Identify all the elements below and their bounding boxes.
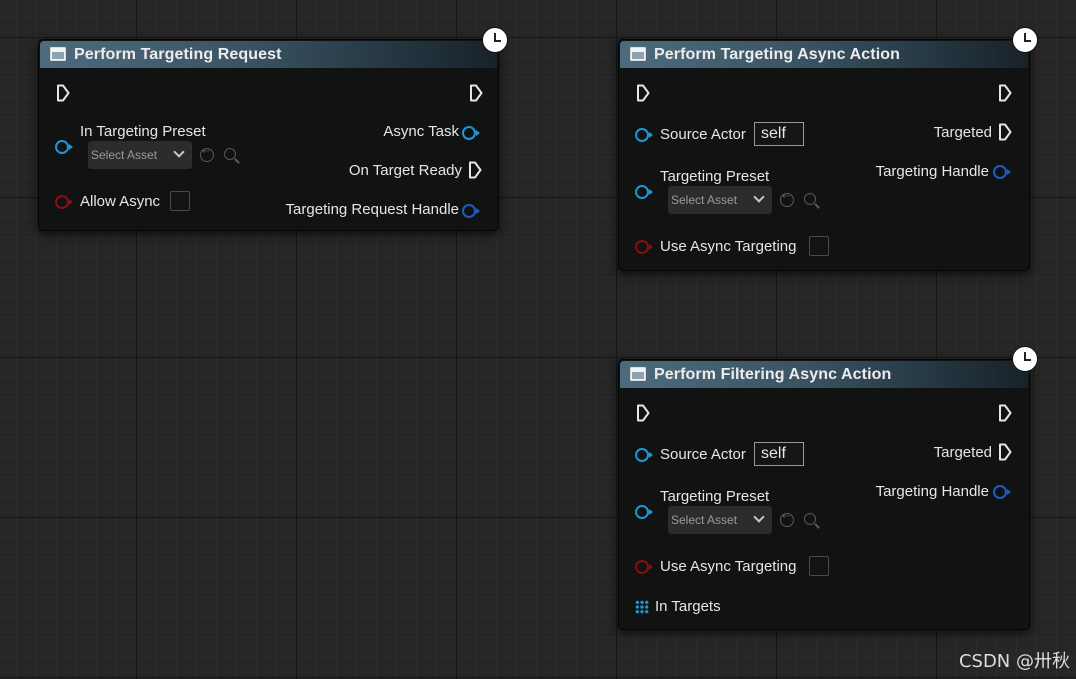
in-targeting-preset-pin[interactable]	[55, 140, 73, 154]
targeting-preset-pin[interactable]	[635, 185, 653, 199]
source-actor-input[interactable]: self	[754, 122, 804, 146]
use-async-targeting-checkbox[interactable]	[809, 556, 829, 576]
watermark: CSDN @卅秋	[958, 651, 1070, 672]
source-actor-label: Source Actor	[660, 446, 746, 463]
use-async-targeting-checkbox[interactable]	[809, 236, 829, 256]
array-pin-icon[interactable]	[635, 600, 649, 614]
chevron-down-icon	[173, 146, 185, 158]
node-header[interactable]: Perform Targeting Async Action	[620, 41, 1028, 68]
targeting-request-handle-pin[interactable]	[462, 204, 480, 218]
latent-clock-icon	[1012, 27, 1038, 53]
use-selected-asset-icon[interactable]	[780, 511, 794, 527]
source-actor-pin[interactable]	[635, 448, 653, 462]
targeting-preset-label: Targeting Preset	[660, 168, 770, 185]
use-async-targeting-label: Use Async Targeting	[660, 558, 797, 575]
function-icon	[630, 367, 646, 381]
allow-async-pin[interactable]	[55, 195, 73, 209]
use-async-targeting-pin[interactable]	[635, 240, 653, 254]
allow-async-checkbox[interactable]	[170, 191, 190, 211]
use-selected-asset-icon[interactable]	[200, 146, 214, 162]
use-selected-asset-icon[interactable]	[780, 191, 794, 207]
perform-targeting-async-action-node[interactable]: Perform Targeting Async Action Source Ac…	[618, 39, 1030, 271]
latent-clock-icon	[1012, 346, 1038, 372]
in-targeting-preset-label: In Targeting Preset	[80, 123, 206, 140]
targeting-preset-label: Targeting Preset	[660, 488, 770, 505]
function-icon	[50, 47, 66, 61]
select-asset-text: Select Asset	[91, 148, 158, 162]
exec-in-pin[interactable]	[636, 84, 650, 102]
browse-asset-icon[interactable]	[224, 148, 236, 160]
in-targets-label: In Targets	[655, 598, 721, 615]
targeted-exec-pin[interactable]	[998, 123, 1012, 141]
browse-asset-icon[interactable]	[804, 513, 816, 525]
on-target-ready-label: On Target Ready	[348, 162, 462, 179]
node-header[interactable]: Perform Filtering Async Action	[620, 361, 1028, 388]
targeting-preset-select[interactable]: Select Asset	[668, 506, 772, 534]
async-task-label: Async Task	[383, 123, 459, 140]
chevron-down-icon	[753, 511, 765, 523]
node-title: Perform Targeting Async Action	[654, 46, 900, 63]
exec-out-pin[interactable]	[469, 84, 483, 102]
function-icon	[630, 47, 646, 61]
targeting-handle-pin[interactable]	[993, 485, 1011, 499]
browse-asset-icon[interactable]	[804, 193, 816, 205]
exec-in-pin[interactable]	[636, 404, 650, 422]
use-async-targeting-pin[interactable]	[635, 560, 653, 574]
latent-clock-icon	[482, 27, 508, 53]
allow-async-label: Allow Async	[80, 193, 161, 210]
async-task-pin[interactable]	[462, 126, 480, 140]
node-title: Perform Targeting Request	[74, 46, 282, 63]
source-actor-pin[interactable]	[635, 128, 653, 142]
use-async-targeting-label: Use Async Targeting	[660, 238, 797, 255]
targeting-handle-label: Targeting Handle	[875, 483, 989, 500]
select-asset-text: Select Asset	[671, 513, 738, 527]
select-asset-text: Select Asset	[671, 193, 738, 207]
node-header[interactable]: Perform Targeting Request	[40, 41, 497, 68]
perform-targeting-request-node[interactable]: Perform Targeting Request In Targeting P…	[38, 39, 499, 231]
on-target-ready-exec-pin[interactable]	[468, 161, 482, 179]
targeted-exec-pin[interactable]	[998, 443, 1012, 461]
targeted-label: Targeted	[933, 124, 992, 141]
exec-in-pin[interactable]	[56, 84, 70, 102]
targeting-handle-label: Targeting Handle	[875, 163, 989, 180]
node-title: Perform Filtering Async Action	[654, 366, 892, 383]
targeting-handle-pin[interactable]	[993, 165, 1011, 179]
exec-out-pin[interactable]	[998, 84, 1012, 102]
source-actor-label: Source Actor	[660, 126, 746, 143]
targeting-preset-pin[interactable]	[635, 505, 653, 519]
perform-filtering-async-action-node[interactable]: Perform Filtering Async Action Source Ac…	[618, 359, 1030, 630]
targeting-request-handle-label: Targeting Request Handle	[285, 201, 459, 218]
exec-out-pin[interactable]	[998, 404, 1012, 422]
chevron-down-icon	[753, 191, 765, 203]
source-actor-input[interactable]: self	[754, 442, 804, 466]
targeting-preset-select[interactable]: Select Asset	[88, 141, 192, 169]
targeted-label: Targeted	[933, 444, 992, 461]
targeting-preset-select[interactable]: Select Asset	[668, 186, 772, 214]
